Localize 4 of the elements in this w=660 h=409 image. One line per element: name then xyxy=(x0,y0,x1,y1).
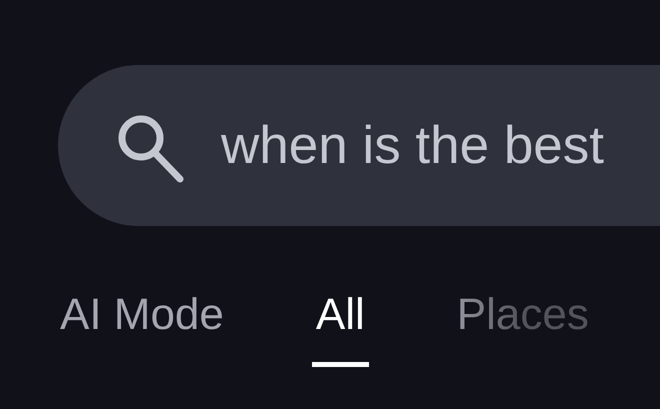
tab[interactable]: AI Mode xyxy=(56,290,228,367)
search-query: when is the best xyxy=(221,115,604,176)
search-field[interactable]: when is the best xyxy=(58,65,660,226)
tab[interactable]: All xyxy=(312,290,369,367)
